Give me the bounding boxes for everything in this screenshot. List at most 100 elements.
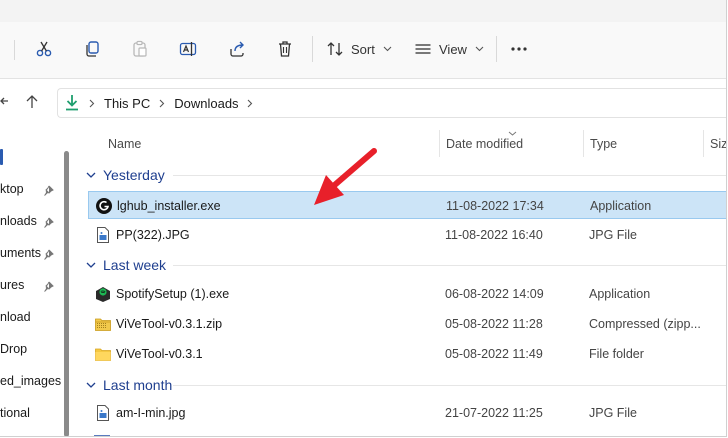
share-icon xyxy=(230,41,244,57)
file-date: 05-08-2022 11:49 xyxy=(445,347,543,361)
downloads-arrow-icon xyxy=(66,95,78,111)
column-header-name[interactable]: Name xyxy=(108,137,141,151)
file-row-spotify-setup[interactable]: SpotifySetup (1).exe 06-08-2022 14:09 Ap… xyxy=(88,280,726,308)
file-row-lghub-installer[interactable]: lghub_installer.exe 11-08-2022 17:34 App… xyxy=(88,191,726,219)
chevron-down-icon xyxy=(383,46,392,52)
logitech-app-icon xyxy=(96,198,112,214)
pin-icon[interactable] xyxy=(43,281,54,292)
file-name: PP(322).JPG xyxy=(116,228,190,242)
file-type: Application xyxy=(590,199,652,213)
toolbar-edge xyxy=(14,40,15,60)
file-type: JPG File xyxy=(589,228,637,242)
column-divider[interactable] xyxy=(439,130,440,157)
group-label: Last week xyxy=(103,257,167,273)
selection-indicator xyxy=(0,149,3,165)
sidebar-item-label: tional xyxy=(0,406,30,420)
group-header-last-month[interactable]: Last month xyxy=(78,373,726,397)
sidebar-item-additional[interactable]: tional xyxy=(0,406,30,426)
file-type: JPG File xyxy=(589,406,637,420)
sort-button[interactable]: Sort xyxy=(326,32,392,66)
column-header-size[interactable]: Size xyxy=(710,137,726,151)
file-name: SpotifySetup (1).exe xyxy=(116,287,230,301)
file-row-am-i-min[interactable]: am-I-min.jpg 21-07-2022 11:25 JPG File xyxy=(88,399,726,427)
sidebar-item-dropbox[interactable]: Drop xyxy=(0,342,27,362)
file-row-vivetool-folder[interactable]: ViVeTool-v0.3.1 05-08-2022 11:49 File fo… xyxy=(88,340,726,368)
sidebar-item-label: nload xyxy=(0,310,31,324)
delete-button[interactable] xyxy=(273,32,297,66)
image-file-icon xyxy=(97,405,109,421)
column-header-date[interactable]: Date modified xyxy=(446,137,523,151)
file-name: ViVeTool-v0.3.1.zip xyxy=(116,317,223,331)
copy-button[interactable] xyxy=(80,32,104,66)
sidebar-item-documents[interactable]: uments xyxy=(0,246,41,266)
rename-icon xyxy=(179,42,197,56)
pin-icon[interactable] xyxy=(43,217,54,228)
back-arrow-icon[interactable] xyxy=(0,94,10,108)
up-arrow-icon[interactable] xyxy=(24,94,40,110)
sidebar-item-desktop[interactable]: ktop xyxy=(0,182,24,202)
sort-label: Sort xyxy=(351,41,375,57)
file-date: 05-08-2022 11:28 xyxy=(445,317,543,331)
chevron-right-icon[interactable] xyxy=(247,99,253,108)
rename-button[interactable] xyxy=(176,32,200,66)
chevron-down-icon xyxy=(86,262,96,268)
file-name: am-I-min.jpg xyxy=(116,406,186,420)
file-row-vivetool-zip[interactable]: ViVeTool-v0.3.1.zip 05-08-2022 11:28 Com… xyxy=(88,310,726,338)
ellipsis-icon xyxy=(511,47,527,51)
sidebar-item-label: ktop xyxy=(0,182,24,196)
paste-button[interactable] xyxy=(128,32,152,66)
pin-icon[interactable] xyxy=(43,249,54,260)
partial-file-icon xyxy=(94,435,110,436)
group-divider xyxy=(173,385,726,386)
sidebar-scrollbar[interactable] xyxy=(64,151,69,436)
group-header-last-week[interactable]: Last week xyxy=(78,253,726,277)
toolbar-separator xyxy=(312,36,313,62)
file-date: 21-07-2022 11:25 xyxy=(445,406,543,420)
sidebar-item-label: ures xyxy=(0,278,25,292)
chevron-right-icon xyxy=(159,99,165,107)
image-file-icon xyxy=(97,227,109,243)
file-date: 11-08-2022 16:40 xyxy=(445,228,543,242)
breadcrumb-this-pc[interactable]: This PC xyxy=(104,96,150,111)
view-button[interactable]: View xyxy=(414,32,484,66)
column-header-type[interactable]: Type xyxy=(590,137,617,151)
sidebar-item-saved-images[interactable]: ed_images xyxy=(0,374,61,394)
column-divider[interactable] xyxy=(583,130,584,157)
chevron-down-icon xyxy=(475,46,484,52)
chevron-down-icon xyxy=(86,382,96,388)
file-date: 11-08-2022 17:34 xyxy=(446,199,544,213)
group-header-yesterday[interactable]: Yesterday xyxy=(78,163,726,187)
breadcrumb-downloads[interactable]: Downloads xyxy=(174,96,238,111)
sidebar-item-label: nloads xyxy=(0,214,37,228)
file-explorer-window: Sort View This PC Downloads ktop nloads … xyxy=(0,0,727,437)
more-options-button[interactable] xyxy=(506,32,532,66)
file-list: Name Date modified Type Size Yesterday l… xyxy=(78,125,726,436)
sidebar-item-pictures[interactable]: ures xyxy=(0,278,24,298)
view-list-icon xyxy=(415,44,431,54)
chevron-down-icon xyxy=(86,172,96,178)
file-name: ViVeTool-v0.3.1 xyxy=(116,347,203,361)
file-name: lghub_installer.exe xyxy=(117,199,221,213)
spotify-setup-icon xyxy=(96,287,110,302)
pin-icon[interactable] xyxy=(43,185,54,196)
title-strip xyxy=(0,0,726,22)
sidebar-item-label: ed_images xyxy=(0,374,62,388)
file-row-pp322[interactable]: PP(322).JPG 11-08-2022 16:40 JPG File xyxy=(88,221,726,249)
group-label: Last month xyxy=(103,377,173,393)
column-divider[interactable] xyxy=(703,130,704,157)
annotation-arrow xyxy=(314,148,377,205)
group-divider xyxy=(173,175,726,176)
sidebar-item-label: Drop xyxy=(0,342,28,356)
command-bar: Sort View xyxy=(0,22,726,79)
sidebar-item-downloads[interactable]: nloads xyxy=(0,214,37,234)
folder-icon xyxy=(95,348,111,361)
sidebar-item-download[interactable]: nload xyxy=(0,310,31,330)
clipboard-icon xyxy=(133,40,147,57)
toolbar-separator xyxy=(496,36,497,62)
sort-indicator-icon xyxy=(508,131,517,136)
share-button[interactable] xyxy=(225,32,249,66)
trash-icon xyxy=(279,41,291,57)
cut-button[interactable] xyxy=(32,32,56,66)
address-bar[interactable]: This PC Downloads xyxy=(57,88,726,118)
view-label: View xyxy=(439,41,467,57)
